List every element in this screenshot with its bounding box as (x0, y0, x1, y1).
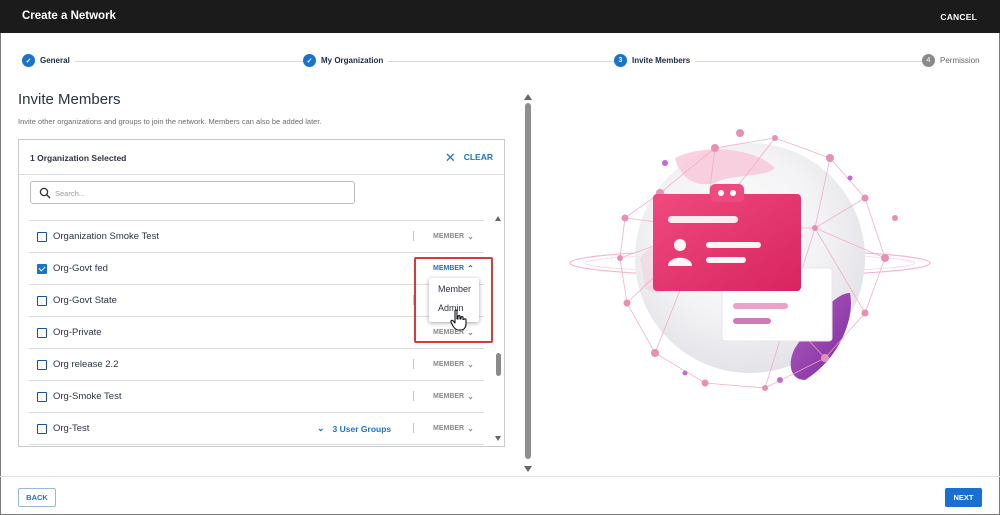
organization-name: Org-Test (53, 423, 90, 434)
step-label: Invite Members (632, 56, 691, 65)
hand-cursor-icon (450, 309, 467, 331)
step-invite-members[interactable]: 3 Invite Members (614, 54, 696, 67)
role-select[interactable]: MEMBER ⌄ (433, 424, 474, 433)
organization-name: Organization Smoke Test (53, 231, 159, 242)
user-groups-label: 3 User Groups (332, 423, 392, 434)
checkbox[interactable] (37, 424, 47, 434)
scroll-up-arrow-icon[interactable] (524, 94, 532, 100)
chevron-down-icon: ⌄ (317, 423, 325, 433)
list-item[interactable]: Organization Smoke Test MEMBER ⌄ (29, 221, 484, 253)
search-icon (39, 187, 51, 199)
step-label: My Organization (321, 56, 384, 65)
stepper: ✓ General ✓ My Organization 3 Invite Mem… (0, 50, 1000, 72)
list-item[interactable]: Org release 2.2 MEMBER ⌄ (29, 349, 484, 381)
divider (413, 423, 414, 433)
checkbox[interactable] (37, 392, 47, 402)
scroll-up-arrow-icon[interactable] (495, 216, 501, 221)
role-select[interactable]: MEMBER ⌄ (433, 392, 474, 401)
clear-label: CLEAR (463, 152, 493, 162)
checkbox[interactable] (37, 360, 47, 370)
search-placeholder: Search... (55, 189, 86, 198)
scroll-thumb[interactable] (525, 103, 531, 459)
list-scrollbar[interactable] (495, 216, 501, 441)
search-input[interactable]: Search... (30, 181, 355, 204)
organization-name: Org-Govt State (53, 295, 117, 306)
step-general[interactable]: ✓ General (22, 54, 75, 67)
checkbox[interactable] (37, 232, 47, 242)
step-permission[interactable]: 4 Permission (922, 54, 985, 67)
modal-title: Create a Network (22, 10, 116, 22)
divider (413, 231, 414, 241)
scroll-down-arrow-icon[interactable] (495, 436, 501, 441)
step-connector (382, 61, 617, 62)
organization-name: Org release 2.2 (53, 359, 119, 370)
checkbox[interactable] (37, 328, 47, 338)
modal-header: Create a Network CANCEL (0, 0, 1000, 33)
page-description: Invite other organizations and groups to… (18, 117, 322, 126)
page-scrollbar[interactable] (524, 94, 532, 472)
step-label: General (40, 56, 70, 65)
role-label: MEMBER (433, 361, 465, 368)
user-groups-toggle[interactable]: ⌄ 3 User Groups (317, 423, 391, 434)
step-label: Permission (940, 56, 980, 65)
role-label: MEMBER (433, 393, 465, 400)
invite-members-illustration (569, 129, 931, 391)
checkbox[interactable] (37, 296, 47, 306)
clear-button[interactable]: ✕ CLEAR (444, 149, 493, 165)
organization-name: Org-Govt fed (53, 263, 108, 274)
page-title: Invite Members (18, 91, 121, 108)
role-select[interactable]: MEMBER ⌄ (433, 232, 474, 241)
list-item[interactable]: Org-Test ⌄ 3 User Groups MEMBER ⌄ (29, 413, 484, 445)
step-connector (690, 61, 922, 62)
step-number-badge: 4 (922, 54, 935, 67)
organization-name: Org-Private (53, 327, 102, 338)
chevron-down-icon: ⌄ (467, 392, 474, 401)
step-connector (72, 61, 304, 62)
close-icon: ✕ (444, 149, 456, 165)
list-item[interactable]: Org-Smoke Test MEMBER ⌄ (29, 381, 484, 413)
scroll-down-arrow-icon[interactable] (524, 466, 532, 472)
role-label: MEMBER (433, 425, 465, 432)
modal-footer: BACK NEXT (0, 476, 1000, 515)
step-my-organization[interactable]: ✓ My Organization (303, 54, 389, 67)
chevron-down-icon: ⌄ (467, 360, 474, 369)
organization-name: Org-Smoke Test (53, 391, 122, 402)
next-button[interactable]: NEXT (945, 488, 982, 507)
step-number-badge: 3 (614, 54, 627, 67)
back-button[interactable]: BACK (18, 488, 56, 507)
divider (413, 359, 414, 369)
selection-count: 1 Organization Selected (30, 153, 127, 163)
check-icon: ✓ (303, 54, 316, 67)
role-select[interactable]: MEMBER ⌄ (433, 360, 474, 369)
panel-header: 1 Organization Selected ✕ CLEAR (19, 140, 504, 175)
check-icon: ✓ (22, 54, 35, 67)
chevron-down-icon: ⌄ (467, 424, 474, 433)
chevron-down-icon: ⌄ (467, 232, 474, 241)
checkbox[interactable] (37, 264, 47, 274)
scroll-thumb[interactable] (496, 353, 501, 376)
role-label: MEMBER (433, 233, 465, 240)
divider (413, 391, 414, 401)
cancel-button[interactable]: CANCEL (940, 12, 977, 22)
